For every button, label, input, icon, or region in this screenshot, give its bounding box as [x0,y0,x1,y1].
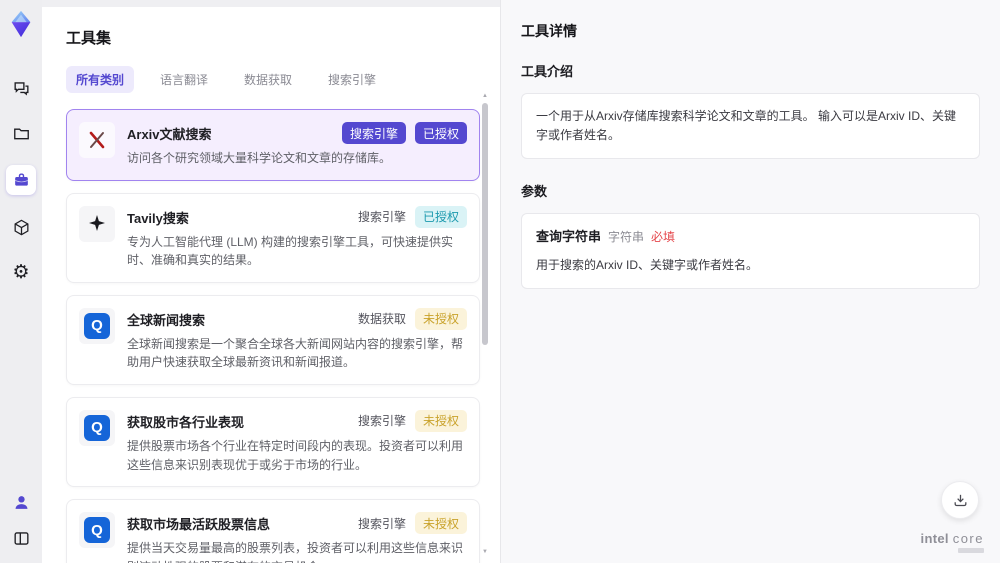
sidebar-nav: ⚙ [6,75,36,285]
scrollbar-up-arrow[interactable]: ▲ [481,93,489,99]
tab-0[interactable]: 所有类别 [66,66,135,93]
category-badge: 搜索引擎 [341,122,406,144]
download-button[interactable] [941,481,979,519]
briefcase-icon[interactable] [6,165,36,195]
scrollbar-thumb[interactable] [482,103,488,345]
blue-q-logo: Q [84,312,110,339]
tool-card[interactable]: Q 获取市场最活跃股票信息提供当天交易量最高的股票列表，投资者可以利用这些信息来识… [66,499,480,563]
app-window: ⚙ 工具集 所有类别 语言翻译 数据获取 搜索引擎 Arxiv文献搜索 访问各个研究领域… [0,0,1000,563]
tool-name: Tavily搜索 [127,210,189,226]
category-tabs: 所有类别 语言翻译 数据获取 搜索引擎 [66,66,478,93]
scrollbar-down-arrow[interactable]: ▼ [481,549,489,555]
tool-card[interactable]: Q 获取股市各行业表现提供股票市场各个行业在特定时间段内的表现。投资者可以利用这些… [66,396,480,488]
tools-panel: 工具集 所有类别 语言翻译 数据获取 搜索引擎 Arxiv文献搜索 访问各个研究领域大量… [42,7,500,563]
tool-description: 专为人工智能代理 (LLM) 构建的搜索引擎工具，可快速提供实时、准确和真实的结… [127,234,454,268]
tool-name: 全球新闻搜索 [127,312,206,328]
tool-name: 获取股市各行业表现 [127,414,245,430]
tool-description: 访问各个研究领域大量科学论文和文章的存储库。 [127,151,392,165]
tool-description: 提供股票市场各个行业在特定时间段内的表现。投资者可以利用这些信息来识别表现优于或… [127,438,464,472]
tool-card[interactable]: Q 全球新闻搜索全球新闻搜索是一个聚合全球各大新闻网站内容的搜索引擎，帮助用户快速… [66,294,480,385]
list-scrollbar[interactable]: ▲ ▼ [481,93,489,555]
category-badge: 搜索引擎 [357,414,406,429]
tab-3[interactable]: 搜索引擎 [318,66,386,93]
blue-q-logo: Q [84,414,110,441]
tool-name: 获取市场最活跃股票信息 [127,517,271,533]
intro-heading: 工具介绍 [521,64,574,79]
page-title: 工具集 [66,30,112,47]
tool-badges: 搜索引擎 未授权 [357,512,467,535]
blue-q-icon: Q [79,409,115,446]
folder-icon[interactable] [8,120,34,146]
tool-badges: 搜索引擎 未授权 [357,409,467,432]
status-badge: 未授权 [414,409,467,432]
tool-list: Arxiv文献搜索 访问各个研究领域大量科学论文和文章的存储库。 搜索引擎 已授权 Ta… [66,109,480,563]
blue-q-logo: Q [84,517,110,544]
intel-core-logo: intel core [921,531,984,553]
param-name: 查询字符串 [536,229,602,245]
chat-icon[interactable] [8,75,34,101]
tool-card[interactable]: Arxiv文献搜索访问各个研究领域大量科学论文和文章的存储库。 搜索引擎 已授权 [66,109,480,181]
package-icon[interactable] [8,214,34,240]
app-logo [6,9,36,39]
sparkle-star-icon [79,205,115,242]
param-type: 字符串 [608,230,645,245]
tool-card[interactable]: Tavily搜索专为人工智能代理 (LLM) 构建的搜索引擎工具，可快速提供实时… [66,192,480,283]
intel-wordmark: intel [920,531,949,546]
tool-badges: 数据获取 未授权 [357,307,467,330]
status-badge: 已授权 [414,122,467,144]
tool-badges: 搜索引擎 已授权 [357,205,467,228]
tool-intro-card: 一个用于从Arxiv存储库搜索科学论文和文章的工具。 输入可以是Arxiv ID… [521,93,980,160]
tool-badges: 搜索引擎 已授权 [341,122,467,144]
detail-panel: 工具详情 工具介绍 一个用于从Arxiv存储库搜索科学论文和文章的工具。 输入可… [500,0,1000,563]
intel-badge-bar [958,548,984,553]
blue-q-icon: Q [79,307,115,344]
download-icon [954,494,966,506]
status-badge: 未授权 [414,512,467,535]
category-badge: 搜索引擎 [357,516,406,531]
tab-1[interactable]: 语言翻译 [150,66,218,93]
param-description: 用于搜索的Arxiv ID、关键字或作者姓名。 [536,258,759,273]
params-card: 查询字符串 字符串 必填用于搜索的Arxiv ID、关键字或作者姓名。 [521,213,980,290]
tool-name: Arxiv文献搜索 [127,127,212,142]
param-header-row: 查询字符串 字符串 必填 [536,227,965,248]
arxiv-logo-icon [79,122,115,158]
tab-2[interactable]: 数据获取 [234,66,302,93]
param-required-label: 必填 [651,230,676,245]
sidebar-bottom [8,489,34,551]
status-badge: 已授权 [414,205,467,228]
core-wordmark: core [952,531,984,546]
tool-description: 提供当天交易量最高的股票列表，投资者可以利用这些信息来识别流动性强的股票和潜在的… [127,541,464,563]
sidebar: ⚙ [0,0,42,563]
params-heading: 参数 [521,184,548,200]
tool-description: 全球新闻搜索是一个聚合全球各大新闻网站内容的搜索引擎，帮助用户快速获取全球最新资… [127,336,464,370]
detail-title: 工具详情 [521,23,577,39]
panel-toggle-icon[interactable] [8,525,34,551]
gear-icon[interactable]: ⚙ [8,259,34,285]
user-icon[interactable] [8,489,34,515]
status-badge: 未授权 [414,307,467,330]
category-badge: 数据获取 [357,312,406,327]
blue-q-icon: Q [79,512,115,549]
category-badge: 搜索引擎 [357,210,406,225]
